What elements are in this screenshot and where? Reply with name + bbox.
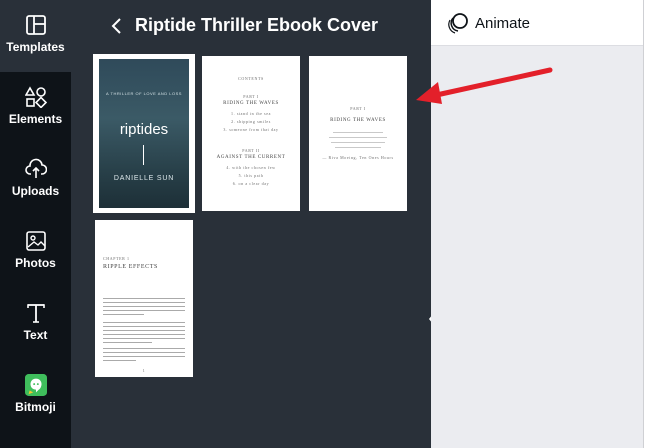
contents-header: CONTENTS xyxy=(238,76,264,81)
cover-author: DANIELLE SUN xyxy=(113,175,175,182)
contents-item: 4. with the chosen few xyxy=(226,165,276,170)
text-icon xyxy=(26,304,45,323)
sidebar-item-bitmoji[interactable]: Bitmoji xyxy=(0,360,71,432)
contents-part1-title: RIDING THE WAVES xyxy=(223,101,279,106)
paragraph xyxy=(103,348,185,364)
sidebar-item-photos[interactable]: Photos xyxy=(0,216,71,288)
sidebar-item-elements[interactable]: Elements xyxy=(0,72,71,144)
template-panel: Riptide Thriller Ebook Cover A THRILLER … xyxy=(71,0,431,448)
chapter-label: CHAPTER 1 xyxy=(103,256,130,261)
sidebar-item-label: Bitmoji xyxy=(15,400,56,414)
paragraph xyxy=(103,298,185,318)
contents-item: 1. stand in the sea xyxy=(231,111,271,116)
panel-header: Riptide Thriller Ebook Cover xyxy=(71,0,431,52)
contents-item: 2. shipping smiles xyxy=(231,119,271,124)
sidebar-item-label: Templates xyxy=(6,40,65,54)
contents-part2-title: AGAINST THE CURRENT xyxy=(216,155,286,160)
sidebar-item-templates[interactable]: Templates xyxy=(0,0,71,72)
sidebar-item-label: Elements xyxy=(8,112,63,126)
back-chevron-icon[interactable] xyxy=(107,14,127,38)
page-number: 1 xyxy=(142,368,146,373)
sidebar-item-label: Text xyxy=(23,328,48,342)
cover-title: riptides xyxy=(119,121,169,138)
part-label: PART I xyxy=(350,106,366,111)
editor-canvas: Animate xyxy=(431,0,646,448)
elements-icon xyxy=(24,86,47,108)
part-caption: — Riva Moeing, Ten Ones Hours xyxy=(322,155,394,160)
text-line xyxy=(329,137,387,138)
upload-cloud-icon xyxy=(24,158,47,178)
paragraph xyxy=(103,322,185,346)
text-line xyxy=(333,132,383,133)
sidebar-item-uploads[interactable]: Uploads xyxy=(0,144,71,216)
sidebar-item-text[interactable]: Text xyxy=(0,288,71,360)
template-page-contents[interactable]: CONTENTS PART I RIDING THE WAVES 1. stan… xyxy=(202,56,300,211)
animate-label: Animate xyxy=(475,15,531,32)
template-page-part[interactable]: PART I RIDING THE WAVES — Riva Moeing, T… xyxy=(309,56,407,211)
sidebar-item-label: Uploads xyxy=(11,184,60,198)
left-rail: Templates Elements Uploads Photos Text B… xyxy=(0,0,71,448)
sidebar-item-label: Photos xyxy=(15,256,56,270)
contents-part2: PART II xyxy=(242,148,260,153)
cover-image: A THRILLER OF LOVE AND LOSS riptides DAN… xyxy=(99,59,189,208)
animate-icon xyxy=(448,13,468,34)
cover-tagline: A THRILLER OF LOVE AND LOSS xyxy=(106,91,182,96)
templates-icon xyxy=(25,15,46,35)
text-line xyxy=(331,142,385,143)
image-icon xyxy=(25,231,46,251)
bitmoji-icon xyxy=(24,374,47,396)
panel-title: Riptide Thriller Ebook Cover xyxy=(135,15,379,35)
template-page-cover[interactable]: A THRILLER OF LOVE AND LOSS riptides DAN… xyxy=(93,54,195,213)
contents-item: 6. on a clear day xyxy=(232,181,270,186)
contents-item: 5. this path xyxy=(238,173,264,178)
editor-toolbar: Animate xyxy=(431,0,646,46)
part-title: RIDING THE WAVES xyxy=(330,118,386,123)
contents-part1: PART I xyxy=(243,94,259,99)
contents-item: 3. someone from that day xyxy=(223,127,279,132)
template-page-chapter[interactable]: CHAPTER 1 RIPPLE EFFECTS 1 xyxy=(95,220,193,377)
cover-divider xyxy=(143,145,144,165)
chapter-title: RIPPLE EFFECTS xyxy=(103,264,158,270)
text-line xyxy=(335,147,381,148)
